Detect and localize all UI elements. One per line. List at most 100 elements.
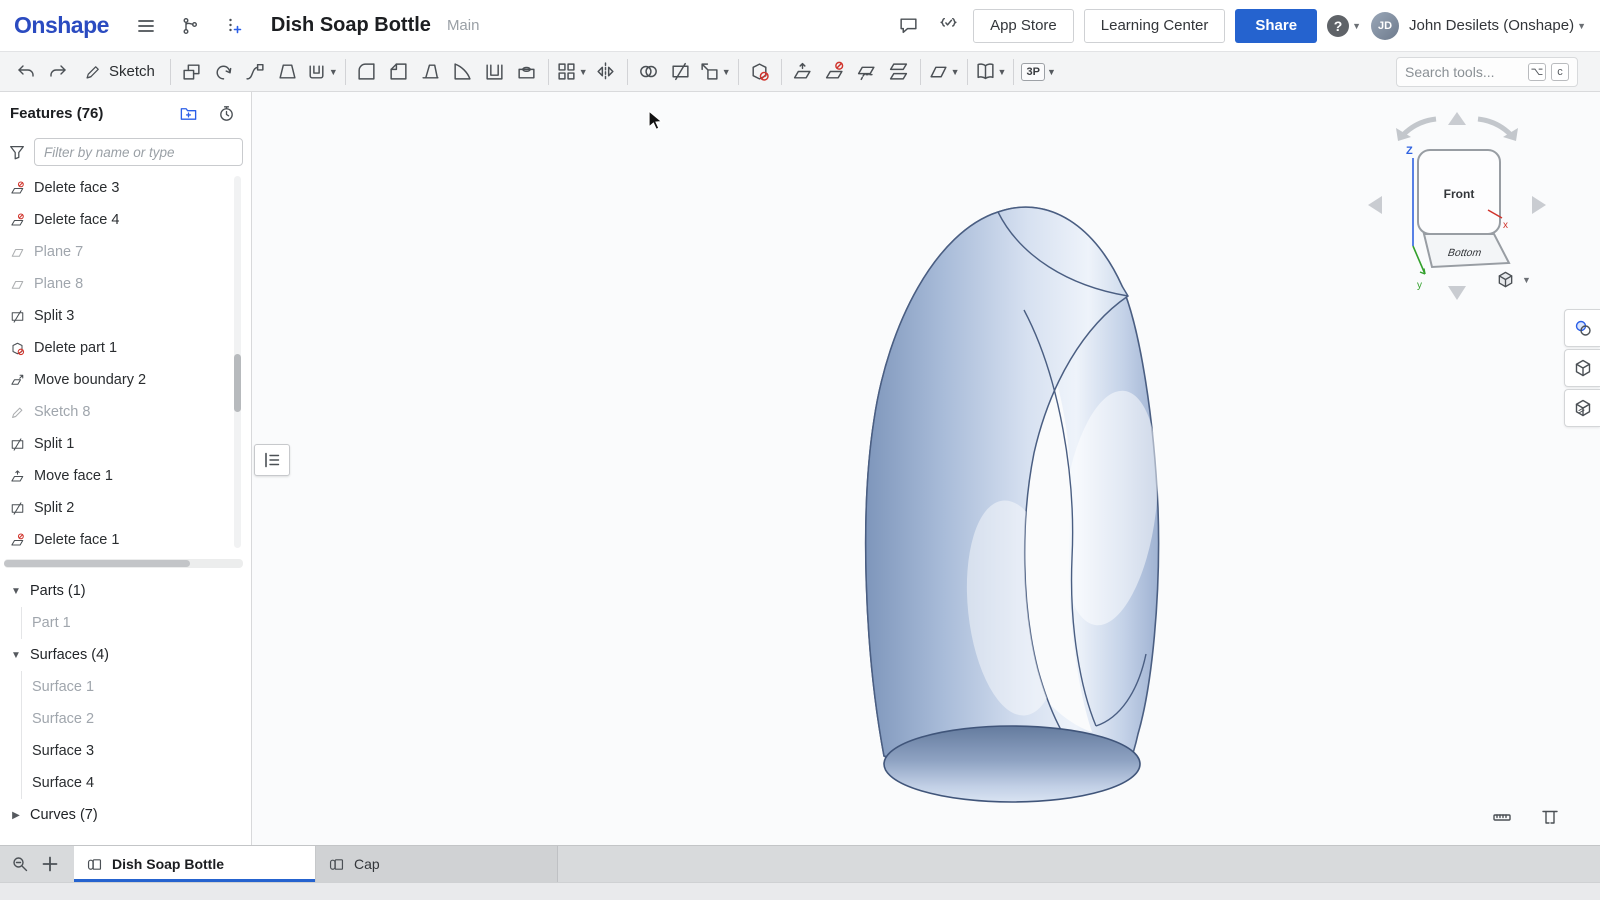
feature-group-header[interactable]: ▼Surfaces (4) [0, 639, 251, 671]
feature-item[interactable]: Delete face 4 [0, 204, 251, 236]
feature-item-label: Split 3 [34, 308, 74, 324]
rollback-history-button[interactable] [211, 98, 241, 128]
feature-item[interactable]: Sketch 8 [0, 396, 251, 428]
revolve-button[interactable] [208, 57, 240, 87]
search-tools-field[interactable]: ⌥ c [1396, 57, 1578, 87]
list-item[interactable]: Surface 2 [22, 703, 251, 735]
horizontal-scrollbar[interactable] [4, 559, 243, 568]
scale-ruler-icon[interactable] [1492, 807, 1512, 827]
chevron-down-icon[interactable]: ▼ [10, 586, 22, 597]
rotate-down-arrow-icon[interactable] [1448, 286, 1466, 300]
studio-tab[interactable]: Cap [316, 846, 558, 882]
sweep-button[interactable] [240, 57, 272, 87]
offset-surface-button[interactable] [851, 57, 883, 87]
boolean-button[interactable] [633, 57, 665, 87]
learning-center-button[interactable]: Learning Center [1084, 9, 1226, 43]
tabbar-scroll-strip[interactable] [0, 882, 1600, 900]
share-button[interactable]: Share [1235, 9, 1317, 43]
display-states-panel-button[interactable] [1564, 349, 1600, 387]
featurescript-button[interactable] [933, 11, 963, 41]
list-item[interactable]: Surface 3 [22, 735, 251, 767]
chamfer-button[interactable] [383, 57, 415, 87]
feature-group-header[interactable]: ▶Curves (7) [0, 799, 251, 831]
dish-soap-bottle-model[interactable] [838, 178, 1178, 828]
appearance-panel-button[interactable] [1564, 309, 1600, 347]
rollback-bar-handle[interactable] [254, 444, 290, 476]
user-menu-button[interactable]: John Desilets (Onshape) ▼ [1409, 17, 1586, 34]
loft-icon [277, 61, 298, 82]
thicken-button[interactable]: ▼ [304, 57, 340, 87]
chevron-down-icon[interactable]: ▼ [10, 650, 22, 661]
main-menu-button[interactable] [131, 11, 161, 41]
views-icon [975, 61, 996, 82]
delete-part-button[interactable] [744, 57, 776, 87]
app-store-button[interactable]: App Store [973, 9, 1074, 43]
caliper-icon[interactable] [1540, 807, 1560, 827]
fillet-button[interactable] [351, 57, 383, 87]
help-menu-button[interactable]: ? ▼ [1327, 11, 1361, 41]
feature-item[interactable]: Plane 7 [0, 236, 251, 268]
feature-group-header[interactable]: ▼Parts (1) [0, 575, 251, 607]
undo-button[interactable] [10, 57, 42, 87]
delete-face-button[interactable] [819, 57, 851, 87]
rotate-east-arrow-icon[interactable] [1532, 196, 1546, 214]
search-tools-input[interactable] [1405, 64, 1523, 80]
insert-button[interactable] [219, 11, 249, 41]
model-viewport[interactable]: Z y x Front Bottom ▼ [253, 93, 1600, 845]
split-button[interactable] [665, 57, 697, 87]
browse-tabs-button[interactable] [10, 854, 30, 874]
cube-icon [1496, 270, 1515, 289]
add-tab-button[interactable] [40, 854, 60, 874]
feature-item[interactable]: Split 1 [0, 428, 251, 460]
shell-button[interactable] [479, 57, 511, 87]
list-item[interactable]: Surface 1 [22, 671, 251, 703]
feature-item[interactable]: Split 2 [0, 492, 251, 524]
vertical-scrollbar[interactable] [234, 176, 241, 548]
chevron-down-icon: ▼ [1352, 21, 1361, 31]
sketch-button[interactable]: Sketch [74, 57, 165, 87]
rotate-left-arrow-icon[interactable] [1402, 119, 1436, 136]
new-folder-button[interactable] [173, 98, 203, 128]
scrollbar-thumb[interactable] [4, 560, 190, 567]
three-point-button[interactable]: 3P▼ [1019, 57, 1057, 87]
list-item[interactable]: Surface 4 [22, 767, 251, 799]
chevron-right-icon[interactable]: ▶ [10, 810, 22, 821]
feature-item[interactable]: Split 3 [0, 300, 251, 332]
workspace-name[interactable]: Main [447, 17, 480, 34]
redo-button[interactable] [42, 57, 74, 87]
rotate-right-arrow-icon[interactable] [1478, 119, 1512, 136]
view-orientation-button[interactable]: ▼ [1496, 270, 1531, 289]
move-face-button[interactable] [787, 57, 819, 87]
user-avatar[interactable]: JD [1371, 12, 1399, 40]
feature-item[interactable]: Move face 1 [0, 460, 251, 492]
hole-button[interactable] [511, 57, 543, 87]
linear-pattern-button[interactable]: ▼ [554, 57, 590, 87]
onshape-logo[interactable]: Onshape [14, 12, 109, 39]
rotate-up-arrow-icon[interactable] [1448, 112, 1466, 125]
rib-button[interactable] [447, 57, 479, 87]
replace-face-button[interactable] [883, 57, 915, 87]
transform-button[interactable]: ▼ [697, 57, 733, 87]
rotate-west-arrow-icon[interactable] [1368, 196, 1382, 214]
configurations-panel-button[interactable] [1564, 389, 1600, 427]
loft-button[interactable] [272, 57, 304, 87]
views-button[interactable]: ▼ [973, 57, 1009, 87]
feature-item[interactable]: Move boundary 2 [0, 364, 251, 396]
mirror-button[interactable] [590, 57, 622, 87]
plane-tools-button[interactable]: ▼ [926, 57, 962, 87]
draft-button[interactable] [415, 57, 447, 87]
versions-button[interactable] [175, 11, 205, 41]
filter-input[interactable] [34, 138, 243, 166]
split-icon [10, 501, 25, 516]
feature-item[interactable]: Delete part 1 [0, 332, 251, 364]
filter-funnel-icon[interactable] [8, 143, 26, 161]
list-item[interactable]: Part 1 [22, 607, 251, 639]
comments-button[interactable] [893, 11, 923, 41]
feature-item[interactable]: Delete face 3 [0, 172, 251, 204]
studio-tab[interactable]: Dish Soap Bottle [74, 846, 316, 882]
extrude-button[interactable] [176, 57, 208, 87]
delete-face-icon [10, 213, 25, 228]
scrollbar-thumb[interactable] [234, 354, 241, 412]
feature-item[interactable]: Plane 8 [0, 268, 251, 300]
feature-item[interactable]: Delete face 1 [0, 524, 251, 556]
